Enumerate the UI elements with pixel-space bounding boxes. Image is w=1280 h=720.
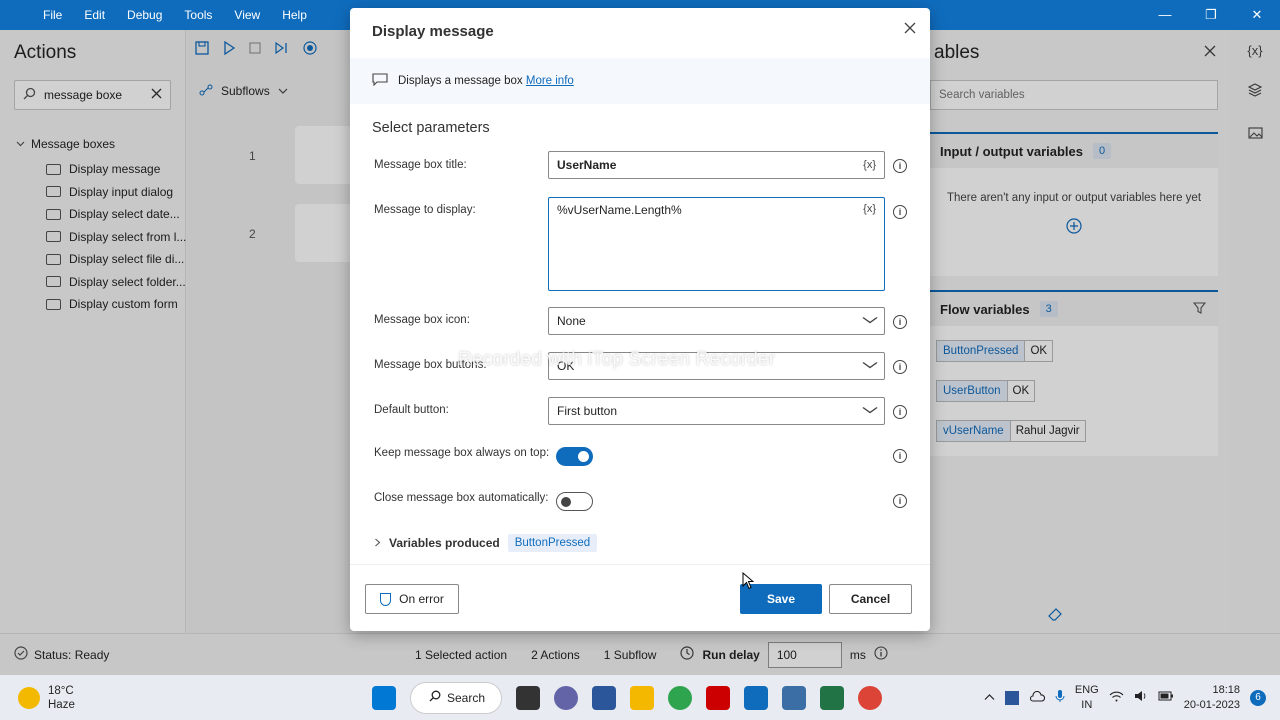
buttons-value: OK [557,359,575,373]
chevron-up-icon[interactable] [984,692,995,704]
taskbar: 18°C Haze Search ENG IN 18:18 20-01-2023… [0,675,1280,720]
language-indicator[interactable]: ENG IN [1075,683,1099,713]
info-icon[interactable]: i [893,205,907,219]
section-title: Select parameters [372,120,490,136]
close-icon[interactable] [904,21,916,39]
language-code: ENG [1074,683,1099,696]
info-icon[interactable]: i [893,159,907,173]
title-value: UserName [557,158,617,172]
info-text: Displays a message box [398,75,523,87]
search-icon [429,690,441,705]
message-to-display-input[interactable]: %vUserName.Length% {x} [548,197,885,291]
variables-produced[interactable]: Variables produced ButtonPressed [374,534,598,552]
info-icon[interactable]: i [893,449,907,463]
temperature: 18°C [48,684,74,697]
info-icon[interactable]: i [893,360,907,374]
notification-badge[interactable]: 6 [1250,689,1266,706]
auto-close-toggle[interactable] [556,492,593,511]
toggle-knob [561,496,571,507]
weather-condition: Haze [48,698,75,711]
icon-value: None [557,314,586,328]
cloud-icon[interactable] [1029,690,1045,705]
microphone-icon[interactable] [1055,689,1065,706]
volume-icon[interactable] [1134,690,1148,705]
display-message-dialog: Display message Displays a message box M… [350,8,930,631]
menu-edit[interactable]: Edit [73,8,116,22]
notepad-icon[interactable] [782,685,806,710]
taskbar-search[interactable]: Search [410,681,502,714]
date: 20-01-2023 [1183,698,1240,711]
recorder-icon[interactable] [706,685,730,710]
message-box-buttons-select[interactable]: OK [548,352,885,380]
time: 18:18 [1212,683,1240,696]
more-info-link[interactable]: More info [526,75,574,87]
window-controls: — ❐ ✕ [1142,0,1280,30]
minimize-button[interactable]: — [1142,0,1188,30]
default-button-value: First button [557,404,618,418]
mouse-cursor-icon [742,571,755,593]
store-icon[interactable] [592,685,616,710]
menu-file[interactable]: File [32,8,73,22]
insert-variable-button[interactable]: {x} [863,203,876,215]
file-explorer-icon[interactable] [630,685,654,710]
shield-icon [380,592,392,606]
variables-produced-label: Variables produced [389,536,500,550]
clock[interactable]: 18:18 20-01-2023 [1184,683,1240,713]
title-field-label: Message box title: [374,159,467,171]
message-field-label: Message to display: [374,204,476,216]
insert-variable-button[interactable]: {x} [863,159,876,171]
message-box-icon-select[interactable]: None [548,307,885,335]
message-box-title-input[interactable]: UserName {x} [548,151,885,179]
wifi-icon[interactable] [1109,691,1124,705]
icon-field-label: Message box icon: [374,314,470,326]
info-icon[interactable]: i [893,494,907,508]
windows-start-icon[interactable] [372,685,396,710]
menu-debug[interactable]: Debug [116,8,173,22]
chevron-down-icon [862,360,879,372]
weather-icon [18,686,40,709]
chevron-down-icon [862,405,879,417]
on-error-label: On error [399,592,444,606]
always-on-top-toggle[interactable] [556,447,593,466]
chevron-right-icon [374,536,381,550]
produced-variable-chip[interactable]: ButtonPressed [507,534,598,552]
auto-close-label: Close message box automatically: [374,492,549,504]
excel-icon[interactable] [820,685,844,710]
chevron-down-icon [862,315,879,327]
info-icon[interactable]: i [893,405,907,419]
taskbar-apps: Search [372,681,882,714]
region-code: IN [1081,698,1093,711]
power-automate-icon[interactable] [744,685,768,710]
dialog-info-bar: Displays a message box More info [350,58,930,104]
battery-icon[interactable] [1158,691,1174,704]
toggle-knob [578,451,589,462]
dialog-footer: On error Save Cancel [350,564,930,631]
system-tray: ENG IN 18:18 20-01-2023 6 [984,683,1266,713]
default-button-select[interactable]: First button [548,397,885,425]
taskbar-search-label: Search [447,690,486,705]
message-value: %vUserName.Length% [557,203,682,217]
info-icon[interactable]: i [893,315,907,329]
edge-icon[interactable] [668,685,692,710]
buttons-field-label: Message box buttons: [374,359,487,371]
menu-help[interactable]: Help [271,8,318,22]
word-icon[interactable] [1004,690,1019,705]
menu-view[interactable]: View [223,8,271,22]
chrome-icon[interactable] [858,685,882,710]
cancel-button[interactable]: Cancel [829,584,912,614]
on-error-button[interactable]: On error [365,584,459,614]
chat-icon[interactable] [554,685,578,710]
menu-tools[interactable]: Tools [173,8,223,22]
close-window-button[interactable]: ✕ [1234,0,1280,30]
maximize-button[interactable]: ❐ [1188,0,1234,30]
task-view-icon[interactable] [516,685,540,710]
dialog-title: Display message [372,23,494,40]
weather-widget[interactable]: 18°C Haze [18,684,75,712]
message-icon [372,73,388,89]
default-button-label: Default button: [374,404,449,416]
always-on-top-label: Keep message box always on top: [374,447,550,459]
